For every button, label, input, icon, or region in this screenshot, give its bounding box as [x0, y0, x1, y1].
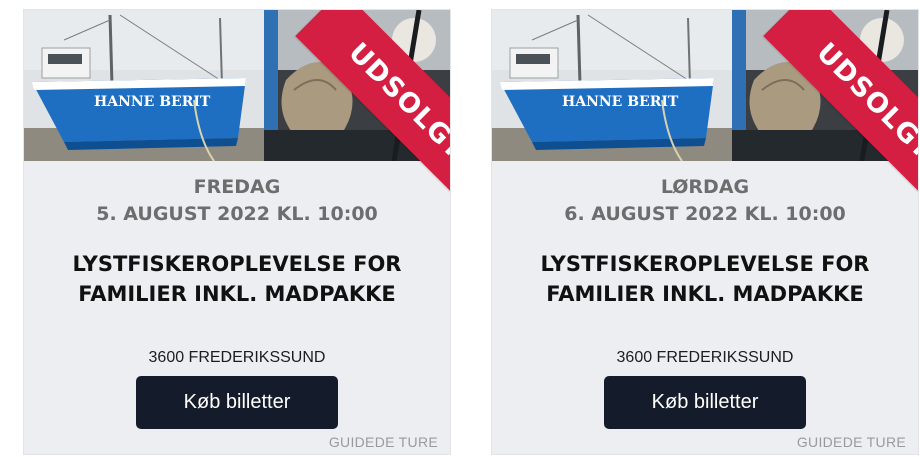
event-location: 3600 FREDERIKSSUND	[616, 349, 794, 366]
event-list: HANNE BERIT UDSOLGT FREDAG 5. AUGUST 202…	[0, 0, 920, 457]
event-date: 5. AUGUST 2022 KL. 10:00	[96, 203, 378, 225]
event-category[interactable]: GUIDEDE TURE	[797, 434, 906, 450]
event-category[interactable]: GUIDEDE TURE	[329, 434, 438, 450]
event-title[interactable]: LYSTFISKEROPLEVELSE FOR FAMILIER INKL. M…	[510, 249, 900, 309]
event-photo[interactable]: HANNE BERIT	[24, 10, 450, 161]
buy-tickets-button[interactable]: Køb billetter	[604, 376, 806, 429]
event-day: LØRDAG	[660, 176, 750, 198]
event-date: 6. AUGUST 2022 KL. 10:00	[564, 203, 846, 225]
event-card[interactable]: HANNE BERIT UDSOLGT FREDAG 5. AUGUST 202…	[23, 9, 451, 455]
event-photo[interactable]: HANNE BERIT	[492, 10, 918, 161]
event-location: 3600 FREDERIKSSUND	[148, 349, 326, 366]
event-title[interactable]: LYSTFISKEROPLEVELSE FOR FAMILIER INKL. M…	[42, 249, 432, 309]
buy-tickets-button[interactable]: Køb billetter	[136, 376, 338, 429]
event-card[interactable]: HANNE BERIT UDSOLGT LØRDAG 6. AUGUST 202…	[491, 9, 919, 455]
event-day: FREDAG	[193, 176, 281, 198]
